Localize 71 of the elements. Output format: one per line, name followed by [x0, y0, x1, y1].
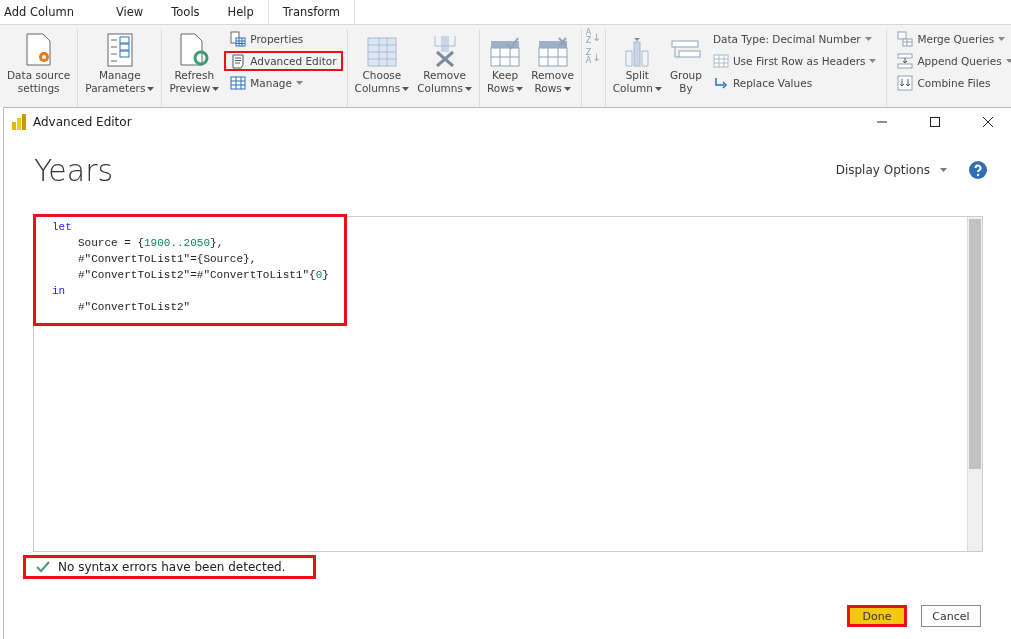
ribbon-button[interactable]: Append Queries [891, 51, 1011, 71]
query-name: Years [34, 152, 114, 188]
caret-icon [464, 86, 472, 91]
ribbon-button[interactable]: Data Type: Decimal Number [706, 29, 883, 49]
code-line: #"ConvertToList2"=#"ConvertToList1"{0} [77, 268, 330, 283]
ribbon-button[interactable]: Manage Parameters [82, 29, 158, 95]
code-line: Source = {1900..2050}, [77, 236, 225, 251]
ribbon-button[interactable]: Choose Columns [351, 29, 413, 95]
caret-icon [563, 86, 571, 91]
ribbon-button[interactable]: Properties [224, 29, 343, 49]
caret-icon [147, 86, 155, 91]
ribbon-button[interactable]: Keep Rows [483, 29, 527, 95]
maximize-icon [930, 117, 940, 127]
display-options-dropdown[interactable]: Display Options [835, 163, 947, 177]
scrollbar-thumb[interactable] [969, 219, 981, 469]
ribbon-button[interactable]: Manage [224, 73, 343, 93]
scrollbar[interactable] [967, 217, 982, 551]
table-icon [712, 53, 729, 69]
replace-arrow-icon [712, 75, 729, 91]
window-title: Advanced Editor [33, 115, 132, 129]
code-editor[interactable]: let Source = {1900..2050}, #"ConvertToList1"={Source}, #"ConvertToList2"=#"ConvertToList1"{0} in #"ConvertToList2" [33, 216, 983, 552]
append-icon [897, 53, 914, 69]
caret-icon [998, 37, 1006, 41]
close-icon [983, 117, 993, 127]
caret-icon [402, 86, 410, 91]
caret-icon [864, 37, 872, 41]
ribbon-tab[interactable]: Tools [157, 0, 214, 24]
ribbon-button[interactable]: Replace Values [706, 73, 883, 93]
ribbon-button[interactable]: Use First Row as Headers [706, 51, 883, 71]
caret-icon [869, 59, 877, 63]
check-icon [36, 561, 50, 573]
code-line: let [52, 220, 73, 235]
table-icon [230, 75, 247, 91]
ribbon-tab[interactable]: View [101, 0, 158, 24]
ribbon-tab[interactable]: Add Column [0, 0, 102, 24]
caret-icon [940, 168, 947, 172]
code-line: in [52, 284, 67, 299]
dialog-button[interactable]: Done [847, 605, 907, 627]
table-icon [366, 37, 397, 67]
status-text: No syntax errors have been detected. [58, 560, 286, 574]
list-form-icon [106, 33, 133, 67]
bar-chart-logo-icon [12, 114, 26, 130]
document-icon [230, 53, 247, 69]
ribbon-button[interactable]: Remove Columns [414, 29, 475, 95]
ribbon-button[interactable]: Remove Rows [528, 29, 577, 95]
dialog-button[interactable]: Cancel [921, 605, 981, 627]
caret-icon [1005, 59, 1011, 63]
caret-icon [654, 86, 662, 91]
ribbon-button[interactable]: Combine Files [891, 73, 1011, 93]
combine-files-icon [897, 75, 914, 91]
column-remove-icon [431, 35, 458, 67]
code-line: #"ConvertToList1"={Source}, [77, 252, 258, 267]
ribbon-button[interactable]: Refresh Preview [166, 29, 223, 95]
page-gear-icon [23, 33, 54, 67]
caret-icon [516, 86, 524, 91]
ribbon-button[interactable]: Advanced Editor [224, 51, 343, 71]
table-check-icon [490, 37, 521, 67]
code-line: #"ConvertToList2" [77, 300, 192, 315]
properties-icon [230, 31, 247, 47]
ribbon-button[interactable]: Split Column [609, 29, 665, 95]
ribbon-button[interactable]: Merge Queries [891, 29, 1011, 49]
ribbon-tab[interactable]: Help [213, 0, 268, 24]
caret-icon [212, 86, 220, 91]
ribbon-button[interactable]: Data source settings [4, 29, 74, 95]
ribbon-tab[interactable]: Transform [267, 0, 356, 24]
ribbon-button[interactable]: Group By [666, 29, 705, 95]
merge-icon [897, 31, 914, 47]
page-refresh-icon [178, 33, 211, 67]
caret-icon [296, 81, 303, 85]
help-icon[interactable] [969, 161, 987, 179]
table-x-icon [537, 37, 568, 67]
